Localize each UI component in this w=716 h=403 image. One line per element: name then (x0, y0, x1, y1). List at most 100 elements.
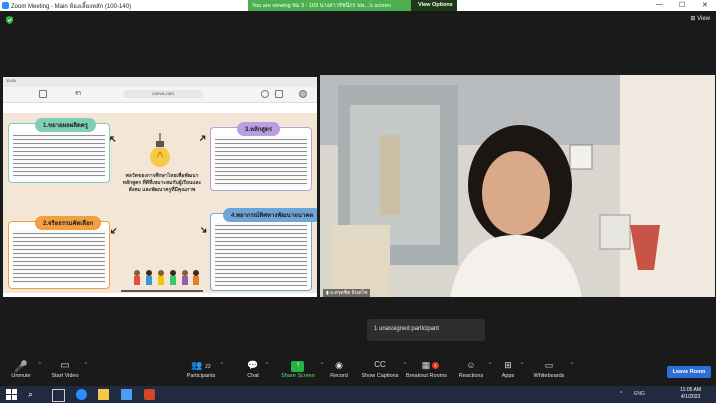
url-text: canva.com (152, 91, 174, 96)
unassigned-participant-notice[interactable]: 1 unassigned participant (367, 319, 485, 341)
security-shield-icon[interactable] (6, 16, 13, 24)
view-options-label: View Options (418, 2, 453, 8)
chat-button[interactable]: 💬 Chat ^ (245, 360, 268, 379)
browser-status-bar: 11:05 (3, 77, 317, 87)
shared-screen: 11:05 ชีวิ canva.com 1.ขยายผลผลิตครู 2.จ… (3, 77, 317, 297)
show-captions-button[interactable]: CC Show Captions ^ (361, 360, 407, 379)
microphone-muted-icon: 🎤 (14, 361, 28, 373)
download-icon (275, 90, 283, 98)
arrow-icon: ➜ (196, 131, 211, 146)
minimize-button[interactable]: — (656, 1, 663, 8)
card-3-heading: 3.หลักสูตร (237, 122, 281, 136)
share-scrollbar[interactable] (121, 290, 203, 292)
participant-video (320, 75, 715, 297)
participants-button[interactable]: 👥 22 Participants ^ (186, 360, 223, 379)
card-4: 4.พยากรณ์ทิศทางพัฒนาอนาคต (210, 208, 317, 291)
close-button[interactable]: ✕ (702, 1, 708, 9)
leave-room-button[interactable]: Leave Room (667, 366, 711, 378)
card-1-text (13, 132, 105, 178)
unmute-button[interactable]: 🎤 Unmute ^ (8, 360, 41, 379)
children-illustration (134, 270, 199, 285)
chevron-up-icon[interactable]: ^ (221, 362, 223, 368)
card-4-heading: 4.พยากรณ์ทิศทางพัฒนาอนาคต (223, 208, 317, 222)
apps-label: Apps (501, 373, 515, 379)
record-button[interactable]: ◉ Record (329, 360, 349, 379)
breakout-rooms-button[interactable]: ▦ Breakout Rooms (406, 360, 447, 379)
unmute-label: Unmute (11, 373, 31, 379)
show-captions-label: Show Captions (361, 373, 399, 379)
participant-name: อ.ศรุตชิต อินทโซ (330, 290, 368, 296)
chat-label: Chat (247, 373, 259, 379)
card-2-text (13, 230, 105, 284)
taskbar-clock[interactable]: 11:05 AM 4/1/2023 (680, 387, 701, 401)
grid-view-icon: ⊞ (690, 16, 696, 22)
browser-toolbar: ชีวิ canva.com (3, 87, 317, 103)
video-off-icon: ▭ (60, 360, 70, 371)
view-button[interactable]: ⊞ View (690, 15, 710, 22)
canva-slide: 1.ขยายผลผลิตครู 2.จริยธรรมคัดเลือก 3.หลั… (3, 113, 317, 293)
share-banner: You are viewing ชม 3 - 109 นางสาวรัชนีกร… (248, 0, 411, 11)
card-1-heading: 1.ขยายผลผลิตครู (35, 118, 97, 132)
card-2: 2.จริยธรรมคัดเลือก (8, 216, 110, 289)
chevron-up-icon[interactable]: ^ (85, 362, 87, 368)
zoom-taskbar-icon[interactable] (121, 389, 132, 400)
chevron-up-icon[interactable]: ^ (39, 362, 41, 368)
chevron-up-icon[interactable]: ^ (266, 362, 268, 368)
whiteboard-icon: ▭ (544, 360, 554, 370)
taskbar-date: 4/1/2023 (680, 394, 701, 400)
participants-label: Participants (186, 373, 216, 379)
window-title: Zoom Meeting - Main ห้องเลี้ยงหลัก (100-… (11, 4, 131, 10)
apps-icon: ⊞ (504, 360, 512, 370)
tab-hint: ชีวิ (75, 91, 82, 97)
card-4-text (215, 222, 307, 286)
chevron-up-icon[interactable]: ^ (489, 362, 491, 368)
tabs-icon (39, 90, 47, 98)
participant-name-label: ▮ อ.ศรุตชิต อินทโซ (323, 289, 371, 297)
meeting-toolbar: 🎤 Unmute ^ ▭ Start Video ^ 👥 22 Particip… (0, 357, 716, 386)
chevron-up-icon[interactable]: ^ (321, 362, 323, 368)
arrow-icon: ➜ (196, 223, 211, 238)
maximize-button[interactable]: ☐ (679, 1, 685, 9)
powerpoint-icon[interactable] (144, 389, 155, 400)
taskbar-time: 11:05 AM (680, 387, 701, 393)
language-indicator[interactable]: ENG (634, 391, 645, 397)
view-label: View (697, 16, 710, 22)
card-3: 3.หลักสูตร (210, 122, 312, 191)
windows-taskbar: ⌕ ^ ENG 11:05 AM 4/1/2023 (0, 386, 716, 403)
windows-start-icon[interactable] (6, 389, 17, 400)
card-1: 1.ขยายผลผลิตครู (8, 118, 110, 183)
captions-icon: CC (374, 360, 386, 369)
start-video-label: Start Video (51, 373, 79, 379)
reactions-button[interactable]: ☺ Reactions ^ (458, 360, 491, 379)
task-view-icon[interactable] (52, 389, 65, 402)
breakout-rooms-label: Breakout Rooms (406, 373, 447, 379)
start-video-button[interactable]: ▭ Start Video ^ (50, 360, 87, 379)
share-icon (261, 90, 269, 98)
whiteboards-button[interactable]: ▭ Whiteboards ^ (532, 360, 573, 379)
participants-icon: 👥 22 (191, 360, 211, 370)
card-2-heading: 2.จริยธรรมคัดเลือก (35, 216, 102, 230)
reactions-label: Reactions (458, 373, 484, 379)
apps-button[interactable]: ⊞ Apps ^ (500, 360, 523, 379)
chevron-up-icon[interactable]: ^ (521, 362, 523, 368)
participant-video-image (320, 75, 715, 297)
share-screen-label: Share Screen (281, 373, 315, 379)
view-options-button[interactable]: View Options (411, 0, 457, 11)
record-icon: ◉ (335, 360, 343, 370)
share-arrow-icon: ↑ (296, 360, 300, 369)
unassigned-participant-text: 1 unassigned participant (374, 326, 440, 332)
zoom-logo-icon (2, 2, 9, 9)
file-explorer-icon[interactable] (98, 389, 109, 400)
edge-icon[interactable] (76, 389, 87, 400)
participants-count: 22 (205, 364, 211, 370)
search-icon[interactable]: ⌕ (28, 389, 39, 400)
whiteboards-label: Whiteboards (533, 373, 565, 379)
share-banner-text: You are viewing ชม 3 - 109 นางสาวรัชนีกร… (252, 3, 391, 9)
profile-icon (299, 90, 307, 98)
chevron-up-icon[interactable]: ^ (571, 362, 573, 368)
tray-chevron-icon[interactable]: ^ (620, 391, 622, 397)
share-screen-button[interactable]: ↑ Share Screen ^ (280, 360, 323, 379)
record-label: Record (330, 373, 348, 379)
lightbulb-icon (150, 133, 170, 167)
url-bar: canva.com (123, 90, 203, 98)
